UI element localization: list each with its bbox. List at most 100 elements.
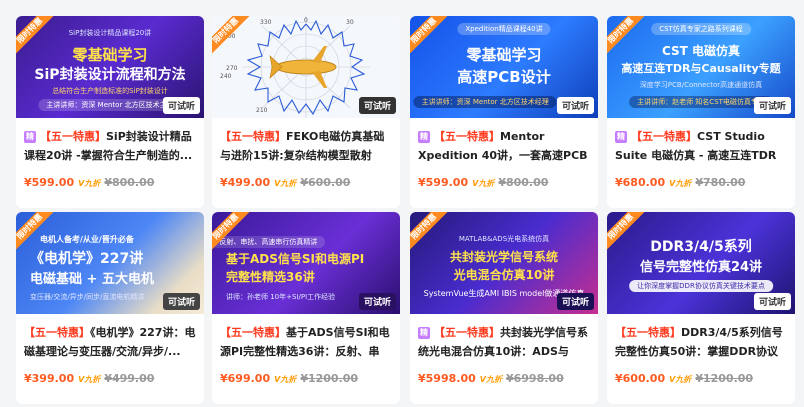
price-row: ¥599.00 V九折 ¥800.00 [24, 176, 154, 191]
price-row: ¥600.00 V九折 ¥1200.00 [615, 372, 753, 387]
thumb-lecturer: 主讲讲师：资深 Mentor 北方区技术经理 [413, 96, 557, 108]
thumb-top-text: Xpedition精品课程40讲 [457, 23, 551, 35]
vip-discount-icon: V九折 [669, 179, 692, 188]
course-thumbnail[interactable]: 电机人备考/从业/晋升必备 《电机学》227讲 电磁基础 + 五大电机 变压器/… [16, 212, 204, 314]
polar-axis-label: 330 [260, 19, 272, 26]
thumb-headline: 《电机学》227讲 [30, 251, 144, 267]
promo-tag: 【五一特惠】 [434, 326, 500, 339]
polar-axis-label: 30 [346, 19, 354, 26]
thumb-subheadline: 高速互连TDR与Causality专题 [621, 62, 781, 75]
course-card[interactable]: SiP封装设计精品课程20讲 零基础学习 SiP封装设计流程和方法 总结符合生产… [16, 16, 204, 208]
thumb-subheadline: 信号完整性仿真24讲 [639, 260, 763, 275]
thumb-top-text: 反射、串扰、高速串行仿真精讲 [212, 236, 326, 248]
current-price: ¥699.00 [220, 372, 271, 385]
thumb-desc: 深度学习PCB/Connector高速通道仿真 [639, 81, 763, 89]
course-thumbnail[interactable]: CST仿真专家之路系列课程 CST 电磁仿真 高速互连TDR与Causality… [607, 16, 795, 118]
thumb-top-text: 电机人备考/从业/晋升必备 [40, 235, 134, 244]
course-thumbnail[interactable]: SiP封装设计精品课程20讲 零基础学习 SiP封装设计流程和方法 总结符合生产… [16, 16, 204, 118]
price-row: ¥399.00 V九折 ¥499.00 [24, 372, 154, 387]
current-price: ¥600.00 [615, 372, 666, 385]
course-grid: SiP封装设计精品课程20讲 零基础学习 SiP封装设计流程和方法 总结符合生产… [0, 0, 804, 407]
course-card[interactable]: DDR3/4/5系列 信号完整性仿真24讲 让你深度掌握DDR协议仿真关键技术要… [607, 212, 795, 404]
thumb-subheadline: 高速PCB设计 [457, 68, 551, 86]
vip-discount-icon: V九折 [472, 179, 495, 188]
vip-discount-icon: V九折 [274, 179, 297, 188]
thumb-top-text: CST仿真专家之路系列课程 [651, 23, 751, 35]
original-price: ¥800.00 [498, 176, 549, 189]
vip-discount-icon: V九折 [669, 375, 692, 384]
trial-button[interactable]: 可试听 [753, 97, 791, 114]
thumb-headline: 零基础学习 [466, 46, 542, 64]
course-card[interactable]: MATLAB&ADS光电系统仿真 共封装光学信号系统 光电混合仿真10讲 Sys… [410, 212, 598, 404]
featured-badge: 精 [615, 131, 627, 143]
featured-badge: 精 [418, 131, 430, 143]
promo-tag: 【五一特惠】 [220, 326, 286, 339]
price-row: ¥5998.00 V九折 ¥6998.00 [418, 372, 564, 387]
price-row: ¥599.00 V九折 ¥800.00 [418, 176, 548, 191]
course-thumbnail[interactable]: 反射、串扰、高速串行仿真精讲 基于ADS信号SI和电源PI 完整性精选36讲 讲… [212, 212, 400, 314]
course-title[interactable]: 【五一特惠】FEKO电磁仿真基础与进阶15讲:复杂结构模型散射和... [220, 127, 392, 165]
thumb-top-text: MATLAB&ADS光电系统仿真 [458, 235, 550, 243]
trial-button[interactable]: 可试听 [162, 97, 200, 114]
promo-tag: 【五一特惠】 [631, 130, 697, 143]
vip-discount-icon: V九折 [479, 375, 502, 384]
current-price: ¥599.00 [418, 176, 469, 189]
price-row: ¥680.00 V九折 ¥780.00 [615, 176, 745, 191]
trial-button[interactable]: 可试听 [556, 293, 594, 310]
course-title[interactable]: 精【五一特惠】Mentor Xpedition 40讲，一套高速PCB设计攻略 [418, 127, 590, 165]
price-row: ¥499.00 V九折 ¥600.00 [220, 176, 350, 191]
current-price: ¥599.00 [24, 176, 75, 189]
promo-tag: 【五一特惠】 [220, 130, 286, 143]
course-thumbnail[interactable]: DDR3/4/5系列 信号完整性仿真24讲 让你深度掌握DDR协议仿真关键技术要… [607, 212, 795, 314]
original-price: ¥600.00 [300, 176, 351, 189]
course-thumbnail[interactable]: Xpedition精品课程40讲 零基础学习 高速PCB设计 主讲讲师：资深 M… [410, 16, 598, 118]
original-price: ¥1200.00 [300, 372, 359, 385]
trial-button[interactable]: 可试听 [753, 293, 791, 310]
course-card[interactable]: 反射、串扰、高速串行仿真精讲 基于ADS信号SI和电源PI 完整性精选36讲 讲… [212, 212, 400, 404]
thumb-headline: DDR3/4/5系列 [650, 239, 752, 255]
original-price: ¥499.00 [104, 372, 155, 385]
original-price: ¥6998.00 [505, 372, 564, 385]
thumb-headline: 共封装光学信号系统 [449, 250, 558, 264]
polar-axis-label: 210 [256, 107, 268, 114]
thumb-desc: 总结符合生产制造标准的SiP封装设计 [52, 87, 168, 95]
course-card[interactable]: CST仿真专家之路系列课程 CST 电磁仿真 高速互连TDR与Causality… [607, 16, 795, 208]
trial-button[interactable]: 可试听 [556, 97, 594, 114]
thumb-headline: 零基础学习 [72, 46, 148, 64]
thumb-subheadline: 完整性精选36讲 [226, 270, 315, 284]
original-price: ¥1200.00 [695, 372, 754, 385]
vip-discount-icon: V九折 [274, 375, 297, 384]
thumb-headline: CST 电磁仿真 [661, 44, 741, 58]
vip-discount-icon: V九折 [78, 375, 101, 384]
course-title[interactable]: 精【五一特惠】SiP封装设计精品课程20讲 -掌握符合生产制造的... [24, 127, 196, 165]
thumb-lecturer: 主讲讲师：资深 Mentor 北方区技术主管 [38, 99, 182, 111]
course-title[interactable]: 【五一特惠】DDR3/4/5系列信号完整性仿真50讲：掌握DDR协议和... [615, 323, 787, 361]
course-thumbnail[interactable]: MATLAB&ADS光电系统仿真 共封装光学信号系统 光电混合仿真10讲 Sys… [410, 212, 598, 314]
thumb-top-text: SiP封装设计精品课程20讲 [68, 29, 152, 37]
trial-button[interactable]: 可试听 [358, 293, 396, 310]
price-row: ¥699.00 V九折 ¥1200.00 [220, 372, 358, 387]
course-card[interactable]: 电机人备考/从业/晋升必备 《电机学》227讲 电磁基础 + 五大电机 变压器/… [16, 212, 204, 404]
trial-button[interactable]: 可试听 [358, 97, 396, 114]
promo-tag: 【五一特惠】 [434, 130, 500, 143]
course-title[interactable]: 【五一特惠】《电机学》227讲：电磁基理论与变压器/交流/异步/... [24, 323, 196, 361]
course-title[interactable]: 精【五一特惠】CST Studio Suite 电磁仿真 - 高速互连TDR与C… [615, 127, 787, 165]
trial-button[interactable]: 可试听 [162, 293, 200, 310]
course-card[interactable]: Xpedition精品课程40讲 零基础学习 高速PCB设计 主讲讲师：资深 M… [410, 16, 598, 208]
course-card[interactable]: 210 240 270 300 330 0 30 限时特惠 可试听 【五一特惠】… [212, 16, 400, 208]
featured-badge: 精 [24, 131, 36, 143]
course-title[interactable]: 精【五一特惠】共封装光学信号系统光电混合仿真10讲：ADS与MA... [418, 323, 590, 361]
current-price: ¥499.00 [220, 176, 271, 189]
thumb-subheadline: 光电混合仿真10讲 [453, 268, 555, 282]
promo-tag: 【五一特惠】 [24, 326, 90, 339]
course-title[interactable]: 【五一特惠】基于ADS信号SI和电源PI完整性精选36讲：反射、串扰、... [220, 323, 392, 361]
current-price: ¥399.00 [24, 372, 75, 385]
thumb-subheadline: SiP封装设计流程和方法 [34, 67, 186, 83]
promo-tag: 【五一特惠】 [40, 130, 106, 143]
original-price: ¥780.00 [695, 176, 746, 189]
vip-discount-icon: V九折 [78, 179, 101, 188]
featured-badge: 精 [418, 327, 430, 339]
course-thumbnail[interactable]: 210 240 270 300 330 0 30 限时特惠 可试听 [212, 16, 400, 118]
original-price: ¥800.00 [104, 176, 155, 189]
thumb-subheadline: 电磁基础 + 五大电机 [30, 272, 154, 287]
